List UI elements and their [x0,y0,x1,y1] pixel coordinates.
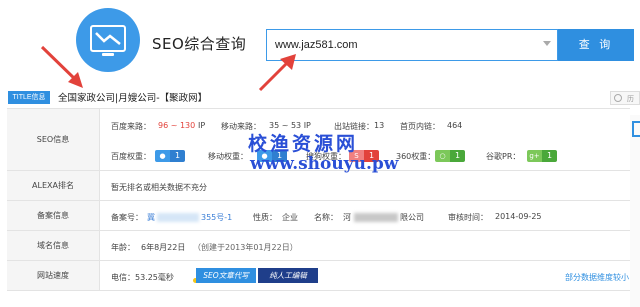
baidu-source-value[interactable]: 96 ~ 130 [158,121,195,130]
baidu-source-unit: IP [198,121,206,130]
company-name-label: 名称： [314,213,338,222]
dropdown-caret-icon[interactable] [543,41,551,46]
so360-weight-value: 1 [450,150,465,162]
record-label: 备案号： [111,213,143,222]
telecom-speed: 电信：53.25毫秒 [111,273,174,282]
mobile-weight-label: 移动权重： [208,152,248,161]
watermark-text: 校渔资源网 [248,133,359,155]
domain-age-label: 年龄： [111,243,135,252]
table-row-domain: 域名信息 年龄： 6年8月22日 （创建于2013年01月22日） [7,231,630,261]
seo-writing-tag[interactable]: SEO文章代写 [196,268,256,283]
domain-created: （创建于2013年01月22日） [193,243,298,252]
so360-weight-badge[interactable]: ○ 1 [435,150,465,162]
manual-edit-tag[interactable]: 纯人工编辑 [258,268,318,283]
annotation-arrow-icon [258,54,296,92]
domain-age-value: 6年8月22日 [141,243,186,252]
seo-info-table: SEO信息 百度来路： 96 ~ 130 IP 移动来路： 35 ~ 53 IP… [7,108,630,291]
baidu-source-label: 百度来路： [111,122,151,131]
baidu-weight-value: 1 [170,150,185,162]
app-title: SEO综合查询 [152,35,247,53]
google-pr-badge[interactable]: g+ 1 [527,150,557,162]
row-label-beian: 备案信息 [7,201,100,230]
google-pr-value: 1 [542,150,557,162]
company-name-start: 河 [343,213,351,222]
record-value-start[interactable]: 冀 [147,212,155,223]
table-row-beian: 备案信息 备案号： 冀 355号-1 性质： 企业 名称： 河 限公司 审核时间… [7,201,630,231]
row-label-speed: 网站速度 [7,261,100,290]
row-label-seo: SEO信息 [7,109,100,170]
row-label-alexa: ALEXA排名 [7,171,100,200]
chart-line-icon [95,32,121,45]
so360-icon: ○ [435,150,450,162]
right-edge-bracket [632,121,640,137]
audit-time-value: 2014-09-25 [495,212,542,221]
history-button[interactable]: 历 [610,91,640,105]
google-plus-icon: g+ [527,150,542,162]
homepage-links-label: 首页内链： [400,122,440,131]
table-row-alexa: ALEXA排名 暂无排名或相关数据不充分 [7,171,630,201]
row-label-domain: 域名信息 [7,231,100,260]
paw-icon: ● [155,150,170,162]
watermark-url: www.shouyu.pw [250,154,399,174]
title-info-badge: TITLE信息 [8,91,50,104]
google-pr-label: 谷歌PR： [486,152,521,161]
monitor-stand [102,53,114,56]
nature-value: 企业 [282,213,298,222]
history-clock-icon [614,94,622,102]
record-value-end[interactable]: 355号-1 [201,212,232,223]
baidu-weight-badge[interactable]: ● 1 [155,150,185,162]
partial-data-note[interactable]: 部分数据维度较小 [565,272,629,283]
search-input[interactable]: www.jaz581.com [266,29,558,61]
homepage-links-value[interactable]: 464 [447,121,462,130]
baidu-weight-label: 百度权重： [111,152,151,161]
nature-label: 性质： [253,213,277,222]
search-button[interactable]: 查 询 [558,29,634,61]
audit-time-label: 审核时间： [448,213,488,222]
redacted-record [157,213,199,222]
annotation-arrow-icon [40,45,83,88]
table-row-speed: 网站速度 电信：53.25毫秒 部分数据维度较小 [7,261,630,291]
so360-weight-label: 360权重： [396,152,436,161]
redacted-company [354,213,398,222]
alexa-value: 暂无排名或相关数据不充分 [111,183,207,192]
history-label: 历 [627,95,634,103]
outbound-value[interactable]: 13 [374,121,384,130]
site-title: 全国家政公司|月嫂公司-【聚政网】 [58,93,208,104]
right-edge-panel [630,115,640,307]
company-name-end: 限公司 [400,213,424,222]
